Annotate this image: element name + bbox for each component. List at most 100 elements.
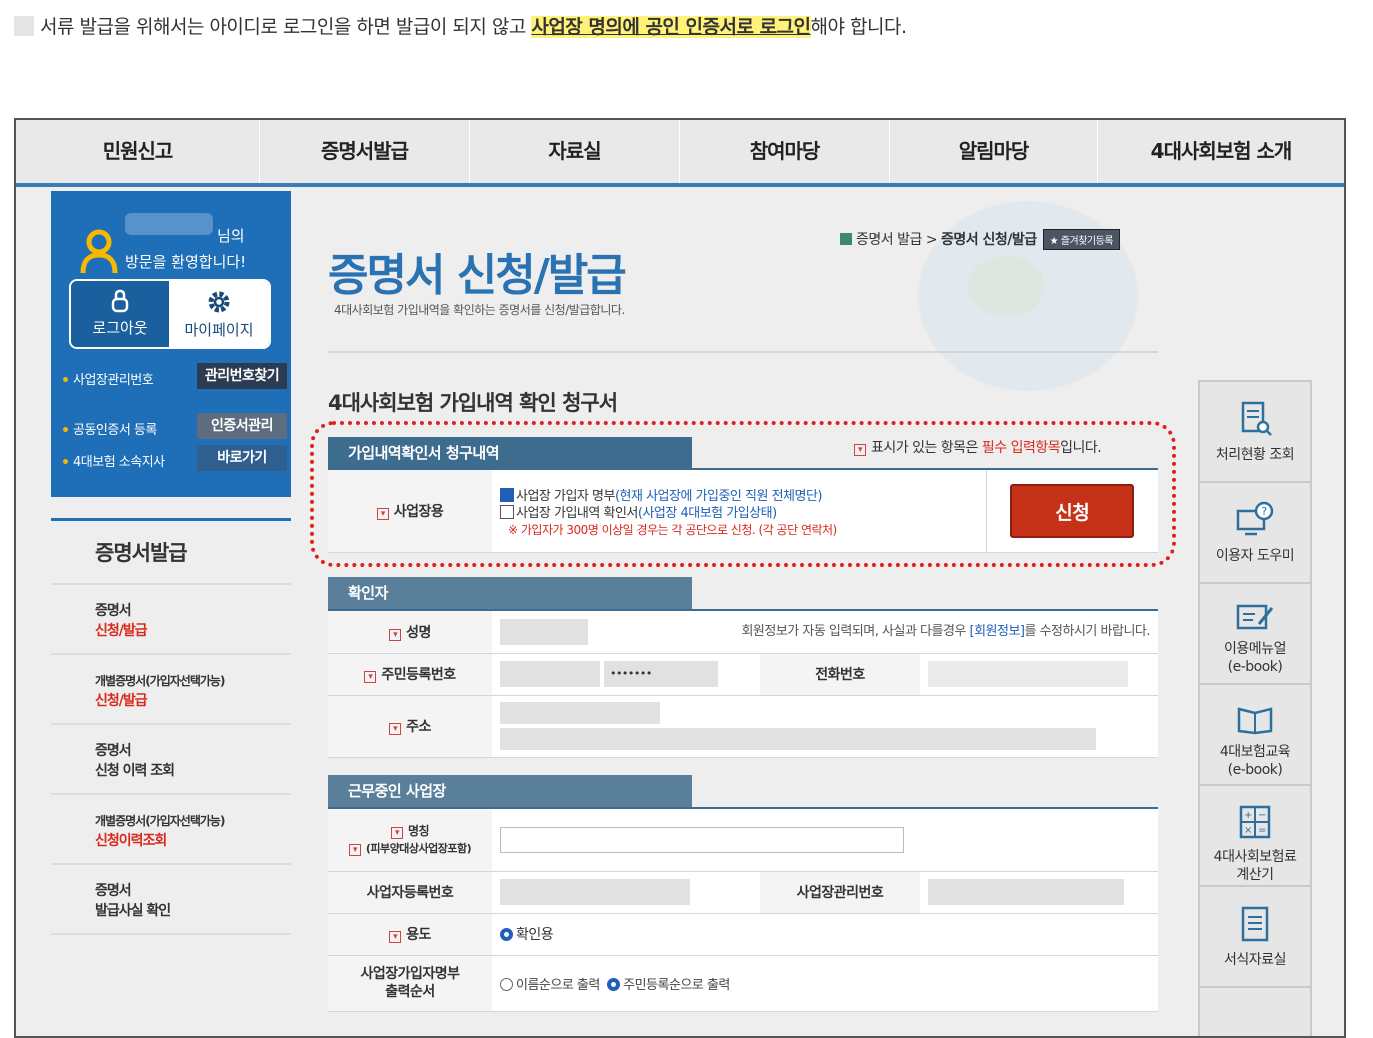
- quick-status[interactable]: 처리현황 조회: [1200, 382, 1310, 483]
- cert-manage-button[interactable]: 인증서관리: [197, 413, 287, 439]
- name-label: ▾ 성명: [328, 611, 492, 654]
- bullet-icon: [14, 16, 34, 36]
- request-table: ▾ 사업장용 사업장 가입자 명부(현재 사업장에 가입중인 직원 전체명단) 사…: [328, 470, 1158, 553]
- order-rrn-label[interactable]: 주민등록순으로 출력: [623, 978, 730, 993]
- find-number-button[interactable]: 관리번호찾기: [197, 363, 287, 389]
- branch-label: 4대보험 소속지사: [63, 451, 165, 470]
- rrn-field-back[interactable]: •••••••: [603, 661, 718, 687]
- document-search-icon: [1241, 401, 1272, 436]
- svg-text:×: ×: [1244, 825, 1252, 836]
- biz-use-label: ▾ 사업장용: [328, 470, 492, 553]
- nav-item-notice[interactable]: 알림마당: [890, 120, 1098, 183]
- workplace-name-field[interactable]: [500, 826, 904, 853]
- mgmt-number-field[interactable]: [928, 879, 1124, 905]
- apply-button[interactable]: 신청: [1010, 483, 1135, 538]
- nav-item-archive[interactable]: 자료실: [470, 120, 680, 183]
- quick-calculator[interactable]: + − × = 4대사회보험료 계산기: [1200, 786, 1310, 887]
- breadcrumb-part1[interactable]: 증명서 발급: [856, 232, 922, 248]
- mypage-label: 마이페이지: [184, 321, 254, 339]
- section-workplace-tab: 근무중인 사업장: [328, 775, 692, 807]
- order-label: 사업장가입자명부 출력순서: [328, 955, 492, 1012]
- form-document-icon: [1241, 906, 1269, 942]
- manual-edit-icon: [1236, 604, 1274, 630]
- mgmt-number-label: 사업장관리번호: [760, 871, 920, 914]
- section-confirmer-tab: 확인자: [328, 577, 692, 609]
- checkbox-enrollment[interactable]: [500, 505, 514, 520]
- book-icon: [1237, 707, 1273, 735]
- phone-label: 전화번호: [760, 653, 920, 696]
- welcome-text: 방문을 환영합니다!: [125, 253, 247, 271]
- intro-text: 서류 발급을 위해서는 아이디로 로그인을 하면 발급이 되지 않고 사업장 명…: [14, 12, 907, 39]
- cert-register-label: 공동인증서 등록: [63, 419, 157, 438]
- nav-item-complaint[interactable]: 민원신고: [16, 120, 260, 183]
- help-monitor-icon: ?: [1236, 501, 1274, 536]
- user-nim-text: 님의: [217, 227, 245, 245]
- option-member-list[interactable]: 사업장 가입자 명부(현재 사업장에 가입중인 직원 전체명단): [500, 488, 978, 505]
- purpose-option[interactable]: 확인용: [492, 913, 1158, 956]
- lnb-item-apply[interactable]: 증명서 신청/발급: [51, 585, 291, 655]
- required-notice: ▾ 표시가 있는 항목은 필수 입력항목입니다.: [854, 437, 1102, 457]
- lnb-item-individual-history[interactable]: 개별증명서(가입자선택가능) 신청이력조회: [51, 795, 291, 865]
- order-name-radio[interactable]: [500, 977, 513, 991]
- top-navigation: 민원신고 증명서발급 자료실 참여마당 알림마당 4대사회보험 소개: [16, 120, 1344, 187]
- checkbox-member-list[interactable]: [500, 488, 514, 503]
- intro-highlight: 사업장 명의에 공인 인증서로 로그인: [531, 16, 811, 38]
- lnb-title: 증명서발급: [51, 521, 291, 585]
- breadcrumb: 증명서 발급 > 증명서 신청/발급 ★ 즐겨찾기등록: [840, 229, 1120, 250]
- order-name-label[interactable]: 이름순으로 출력: [516, 978, 600, 993]
- form-title: 4대사회보험 가입내역 확인 청구서: [328, 391, 618, 415]
- nav-item-participation[interactable]: 참여마당: [680, 120, 890, 183]
- user-panel: 님의 방문을 환영합니다! 로그아웃 마이페이지 사업장관리번호 관리번호찾기 …: [51, 191, 291, 497]
- gear-icon: [208, 291, 230, 313]
- intro-before: 서류 발급을 위해서는 아이디로 로그인을 하면 발급이 되지 않고: [40, 16, 532, 38]
- rrn-label: ▾ 주민등록번호: [328, 653, 492, 696]
- mypage-button[interactable]: 마이페이지: [169, 281, 269, 347]
- workplace-table: ▾ 명칭 ▾ (피부양대상사업장포함) 사업자등록번호 사업장관리번호 ▾ 용도 확인용…: [328, 809, 1158, 1012]
- user-icon: [80, 229, 118, 274]
- bizno-field[interactable]: [500, 879, 690, 905]
- quick-manual[interactable]: 이용메뉴얼 (e-book): [1200, 584, 1310, 685]
- quick-help[interactable]: ? 이용자 도우미: [1200, 483, 1310, 584]
- purpose-radio[interactable]: [500, 928, 513, 941]
- nav-item-about[interactable]: 4대사회보험 소개: [1098, 120, 1344, 183]
- quick-forms[interactable]: 서식자료실: [1200, 887, 1310, 988]
- order-rrn-radio[interactable]: [607, 977, 621, 991]
- biz-number-label: 사업장관리번호: [63, 369, 154, 388]
- branch-go-button[interactable]: 바로가기: [197, 445, 287, 471]
- nav-item-certificate[interactable]: 증명서발급: [260, 120, 470, 183]
- logout-label: 로그아웃: [92, 319, 148, 337]
- calculator-icon: + −× =: [1239, 805, 1271, 839]
- page-title: 증명서 신청/발급: [328, 250, 627, 301]
- svg-text:−: −: [1258, 810, 1266, 821]
- warning-text: ※ 가입자가 300명 이상일 경우는 각 공단으로 신청. (각 공단 연락처…: [508, 523, 837, 538]
- username-blurred: [125, 213, 213, 235]
- rrn-field-front[interactable]: [500, 661, 600, 687]
- lnb-item-history[interactable]: 증명서 신청 이력 조회: [51, 725, 291, 795]
- confirmer-table: ▾ 성명 회원정보가 자동 입력되며, 사실과 다를경우 [회원정보]를 수정하시…: [328, 611, 1158, 758]
- address-field-2[interactable]: [500, 728, 1096, 750]
- lnb-item-verify[interactable]: 증명서 발급사실 확인: [51, 865, 291, 935]
- address-field-1[interactable]: [500, 702, 660, 724]
- intro-after: 해야 합니다.: [810, 16, 907, 38]
- option-enrollment[interactable]: 사업장 가입내역 확인서(사업장 4대보험 가입상태): [500, 505, 978, 522]
- lnb-item-individual-apply[interactable]: 개별증명서(가입자선택가능) 신청/발급: [51, 655, 291, 725]
- member-info-link[interactable]: [회원정보]: [970, 624, 1025, 639]
- section-request-tab: 가입내역확인서 청구내역: [328, 437, 692, 469]
- svg-text:?: ?: [1261, 505, 1267, 518]
- svg-text:+: +: [1244, 810, 1252, 821]
- lock-icon: [111, 289, 129, 313]
- left-navigation: 증명서발급 증명서 신청/발급 개별증명서(가입자선택가능) 신청/발급 증명서 신청…: [51, 518, 291, 935]
- phone-field[interactable]: [928, 661, 1128, 687]
- purpose-label: ▾ 용도: [328, 913, 492, 956]
- breadcrumb-current: 증명서 신청/발급: [941, 232, 1037, 248]
- svg-text:=: =: [1258, 825, 1266, 836]
- address-label: ▾ 주소: [328, 695, 492, 758]
- quick-menu: 처리현황 조회 ? 이용자 도우미 이용메뉴얼 (e-book) 4대보험교육 (e…: [1198, 380, 1312, 1036]
- home-icon[interactable]: [840, 233, 852, 245]
- favorite-button[interactable]: ★ 즐겨찾기등록: [1042, 229, 1120, 250]
- workplace-name-label: ▾ 명칭 ▾ (피부양대상사업장포함): [328, 809, 492, 872]
- page-description: 4대사회보험 가입내역을 확인하는 증명서를 신청/발급합니다.: [334, 303, 625, 317]
- name-field[interactable]: [500, 618, 588, 645]
- logout-button[interactable]: 로그아웃: [71, 281, 170, 347]
- quick-education[interactable]: 4대보험교육 (e-book): [1200, 685, 1310, 786]
